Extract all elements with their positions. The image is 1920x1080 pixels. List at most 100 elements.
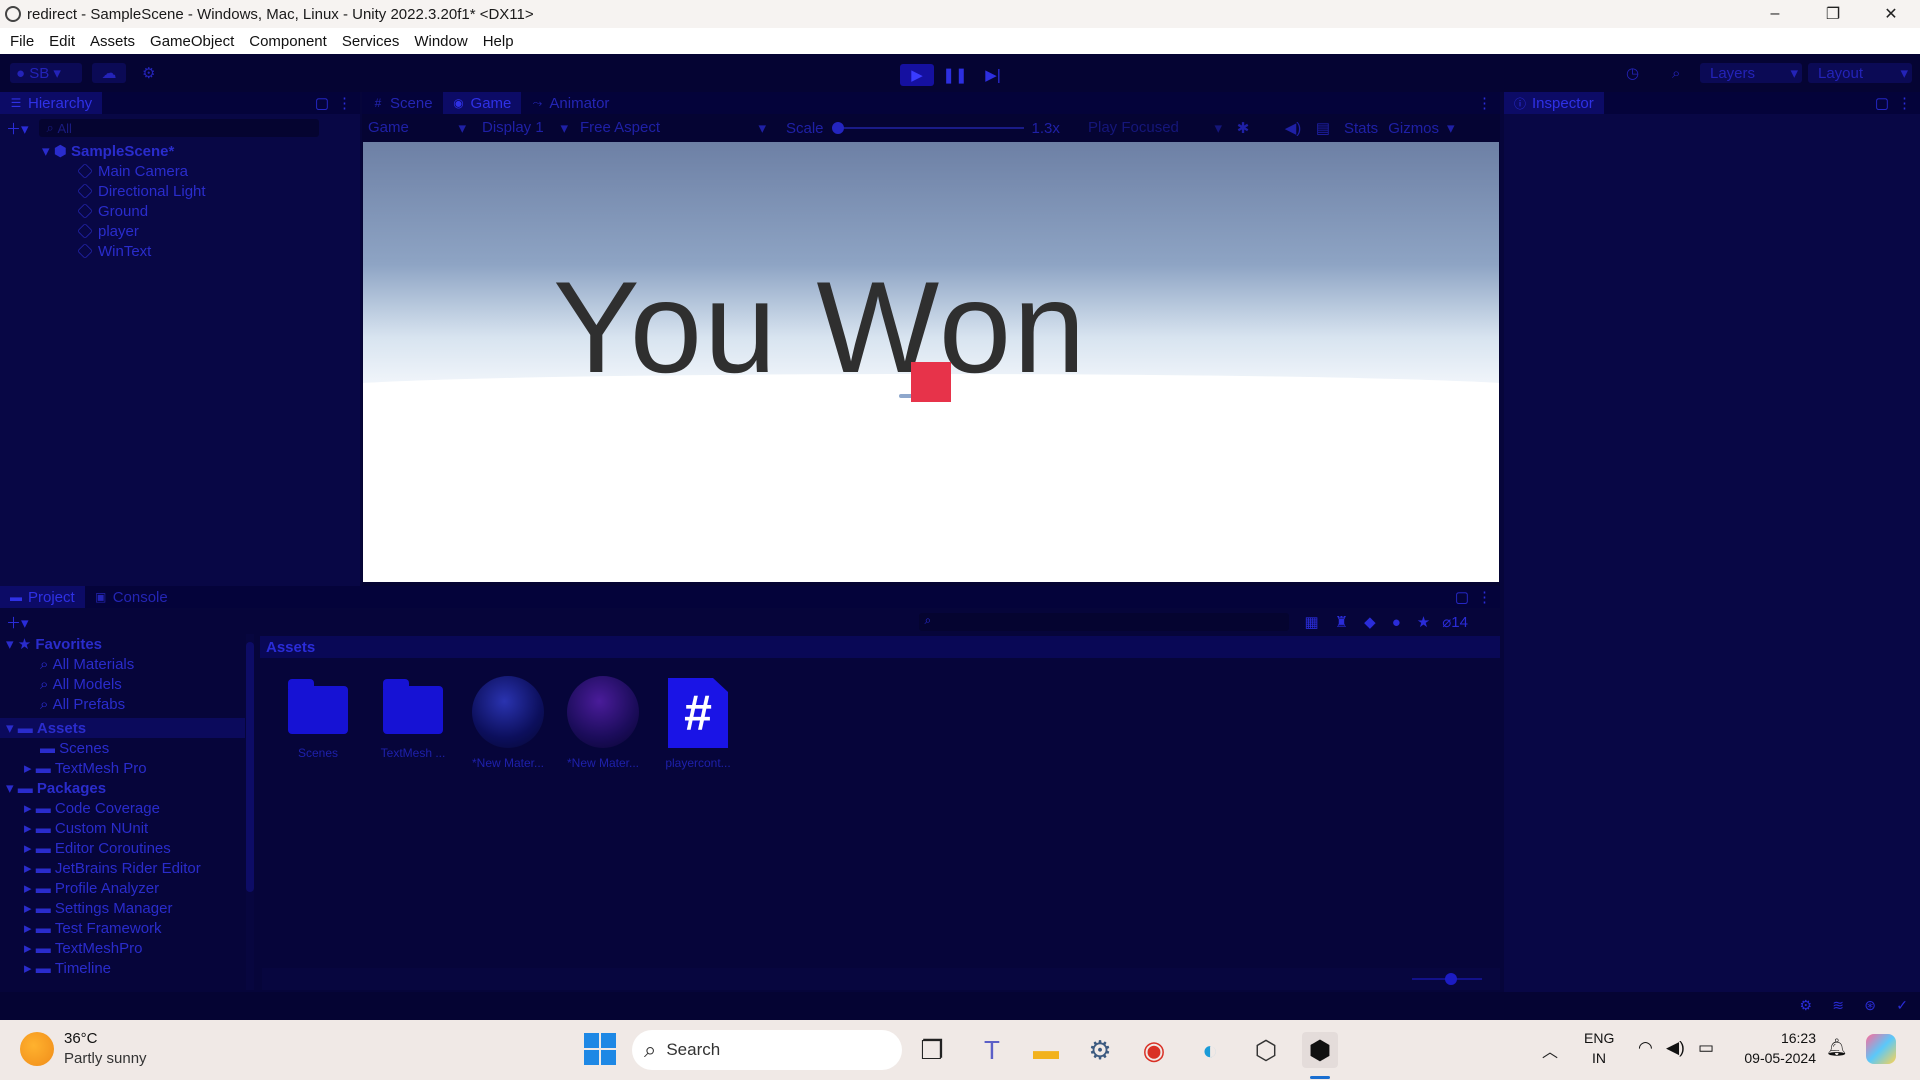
package-item[interactable]: ▸ ▬ Editor Coroutines bbox=[24, 838, 171, 858]
lock-icon[interactable]: ▢ bbox=[1455, 588, 1469, 606]
tree-scrollbar[interactable] bbox=[246, 634, 254, 990]
zoom-slider-handle[interactable] bbox=[1445, 973, 1457, 985]
lock-icon[interactable]: ▢ bbox=[315, 94, 329, 112]
asset-item-playercontroller[interactable]: # playercont... bbox=[653, 678, 743, 770]
notification-bell-icon[interactable]: 🔔︎ bbox=[1826, 1038, 1848, 1058]
display-dropdown[interactable]: Display 1 ▾ bbox=[472, 119, 572, 137]
minimize-button[interactable]: – bbox=[1746, 0, 1804, 28]
settings-icon[interactable]: ⚙ bbox=[1082, 1032, 1118, 1068]
edge-icon[interactable]: ◐ bbox=[1192, 1032, 1228, 1068]
package-item[interactable]: ▸ ▬ Code Coverage bbox=[24, 798, 160, 818]
add-icon[interactable]: ＋▾ bbox=[6, 118, 29, 139]
asset-item-textmesh[interactable]: TextMesh ... bbox=[368, 679, 458, 760]
kebab-menu-icon[interactable]: ⋮ bbox=[1477, 588, 1492, 606]
hierarchy-item-main-camera[interactable]: Main Camera bbox=[77, 161, 188, 181]
tab-animator[interactable]: ⤳ Animator bbox=[521, 92, 619, 114]
filter-type-icon[interactable]: ▦ bbox=[1305, 613, 1319, 631]
close-button[interactable]: ✕ bbox=[1862, 0, 1920, 28]
tab-console[interactable]: ▣ Console bbox=[85, 586, 178, 608]
info-icon[interactable]: ● bbox=[1392, 614, 1401, 631]
packages-header[interactable]: ▾ ▬ Packages bbox=[6, 778, 106, 798]
hierarchy-search-input[interactable]: ⌕ All bbox=[38, 119, 319, 137]
taskbar-search[interactable]: ⌕ Search bbox=[632, 1030, 902, 1070]
clock-time[interactable]: 16:23 bbox=[1744, 1030, 1816, 1046]
menu-services[interactable]: Services bbox=[342, 33, 400, 50]
play-button[interactable]: ▶ bbox=[900, 64, 934, 86]
pause-button[interactable]: ❚❚ bbox=[938, 64, 972, 86]
cloud-button[interactable]: ☁ bbox=[92, 63, 126, 83]
tab-project[interactable]: ▬ Project bbox=[0, 586, 85, 608]
tab-scene[interactable]: # Scene bbox=[362, 92, 443, 114]
scale-slider-handle[interactable] bbox=[831, 122, 844, 134]
favorite-item[interactable]: ⌕ All Models bbox=[40, 674, 122, 694]
asset-item-material-1[interactable]: *New Mater... bbox=[463, 676, 553, 770]
hierarchy-item-directional-light[interactable]: Directional Light bbox=[77, 181, 206, 201]
bug-icon[interactable]: ✱ bbox=[1228, 119, 1258, 137]
hierarchy-item-player[interactable]: player bbox=[77, 221, 139, 241]
account-dropdown[interactable]: ● SB ▾ bbox=[10, 63, 82, 83]
package-item[interactable]: ▸ ▬ Profile Analyzer bbox=[24, 878, 159, 898]
battery-icon[interactable]: ▭ bbox=[1698, 1038, 1714, 1058]
step-button[interactable]: ▶| bbox=[976, 64, 1010, 86]
layout-dropdown[interactable]: Layout ▾ bbox=[1808, 63, 1912, 83]
windows-start-icon[interactable] bbox=[584, 1033, 616, 1065]
tab-hierarchy[interactable]: ☰ Hierarchy bbox=[0, 92, 103, 114]
language-bottom[interactable]: IN bbox=[1592, 1050, 1606, 1066]
weather-temp[interactable]: 36°C bbox=[64, 1030, 98, 1047]
scale-slider[interactable]: Scale 1.3x bbox=[772, 120, 1078, 137]
hierarchy-item-ground[interactable]: Ground bbox=[77, 201, 148, 221]
tag-icon[interactable]: ◆ bbox=[1364, 613, 1376, 631]
stats-button[interactable]: Stats bbox=[1338, 120, 1384, 137]
game-mode-dropdown[interactable]: Game ▾ bbox=[362, 119, 472, 137]
file-explorer-icon[interactable]: ▬ bbox=[1028, 1032, 1064, 1068]
kebab-menu-icon[interactable]: ⋮ bbox=[1897, 94, 1912, 112]
keyboard-icon[interactable]: ▤ bbox=[1308, 119, 1338, 137]
copilot-icon[interactable] bbox=[1866, 1034, 1896, 1064]
layers-dropdown[interactable]: Layers ▾ bbox=[1700, 63, 1802, 83]
aspect-dropdown[interactable]: Free Aspect ▾ bbox=[572, 119, 772, 137]
language-top[interactable]: ENG bbox=[1584, 1030, 1614, 1046]
task-view-icon[interactable]: ❐ bbox=[914, 1032, 950, 1068]
teams-icon[interactable]: T bbox=[974, 1032, 1010, 1068]
audio-icon[interactable]: ◀) bbox=[1278, 119, 1308, 137]
collab-button[interactable]: ⚙ bbox=[142, 63, 162, 83]
weather-desc[interactable]: Partly sunny bbox=[64, 1050, 147, 1067]
menu-help[interactable]: Help bbox=[483, 33, 514, 50]
hierarchy-item-wintext[interactable]: WinText bbox=[77, 241, 151, 261]
favorite-item[interactable]: ⌕ All Materials bbox=[40, 654, 134, 674]
folder-item[interactable]: ▬ Scenes bbox=[40, 738, 109, 758]
menu-assets[interactable]: Assets bbox=[90, 33, 135, 50]
package-item[interactable]: ▸ ▬ Custom NUnit bbox=[24, 818, 148, 838]
project-search-input[interactable]: ⌕ bbox=[918, 613, 1289, 631]
scene-root[interactable]: ▾ ⬢ SampleScene* bbox=[42, 141, 174, 161]
debug-icon[interactable]: ⚙ bbox=[1799, 997, 1812, 1014]
chrome-icon[interactable]: ◉ bbox=[1136, 1032, 1172, 1068]
weather-sun-icon[interactable] bbox=[20, 1032, 54, 1066]
unity-editor-icon[interactable]: ⬢ bbox=[1302, 1032, 1338, 1068]
filter-label-icon[interactable]: ♜ bbox=[1335, 613, 1348, 631]
menu-window[interactable]: Window bbox=[414, 33, 467, 50]
menu-file[interactable]: File bbox=[10, 33, 34, 50]
clock-date[interactable]: 09-05-2024 bbox=[1744, 1050, 1816, 1066]
check-icon[interactable]: ✓ bbox=[1896, 997, 1908, 1014]
asset-item-material-2[interactable]: *New Mater... bbox=[558, 676, 648, 770]
kebab-menu-icon[interactable]: ⋮ bbox=[337, 94, 352, 112]
package-item[interactable]: ▸ ▬ Settings Manager bbox=[24, 898, 172, 918]
network-icon[interactable]: ⊛ bbox=[1864, 997, 1876, 1014]
package-item[interactable]: ▸ ▬ Timeline bbox=[24, 958, 111, 978]
hidden-packages-icon[interactable]: ⌀ bbox=[1442, 613, 1451, 631]
unity-hub-icon[interactable]: ⬡ bbox=[1248, 1032, 1284, 1068]
restore-button[interactable]: ❐ bbox=[1804, 0, 1862, 28]
lock-icon[interactable]: ▢ bbox=[1875, 94, 1889, 112]
tree-scrollbar-thumb[interactable] bbox=[246, 642, 254, 892]
assets-header[interactable]: ▾ ▬ Assets bbox=[0, 718, 245, 738]
play-focus-dropdown[interactable]: Play Focused ▾ bbox=[1078, 119, 1228, 137]
tab-inspector[interactable]: ⓘ Inspector bbox=[1504, 92, 1604, 114]
search-button[interactable]: ⌕ bbox=[1672, 63, 1680, 83]
menu-component[interactable]: Component bbox=[249, 33, 327, 50]
game-view-render[interactable]: You Won bbox=[363, 142, 1499, 582]
package-item[interactable]: ▸ ▬ Test Framework bbox=[24, 918, 162, 938]
kebab-menu-icon[interactable]: ⋮ bbox=[1477, 94, 1492, 112]
menu-gameobject[interactable]: GameObject bbox=[150, 33, 234, 50]
favorite-item[interactable]: ⌕ All Prefabs bbox=[40, 694, 125, 714]
